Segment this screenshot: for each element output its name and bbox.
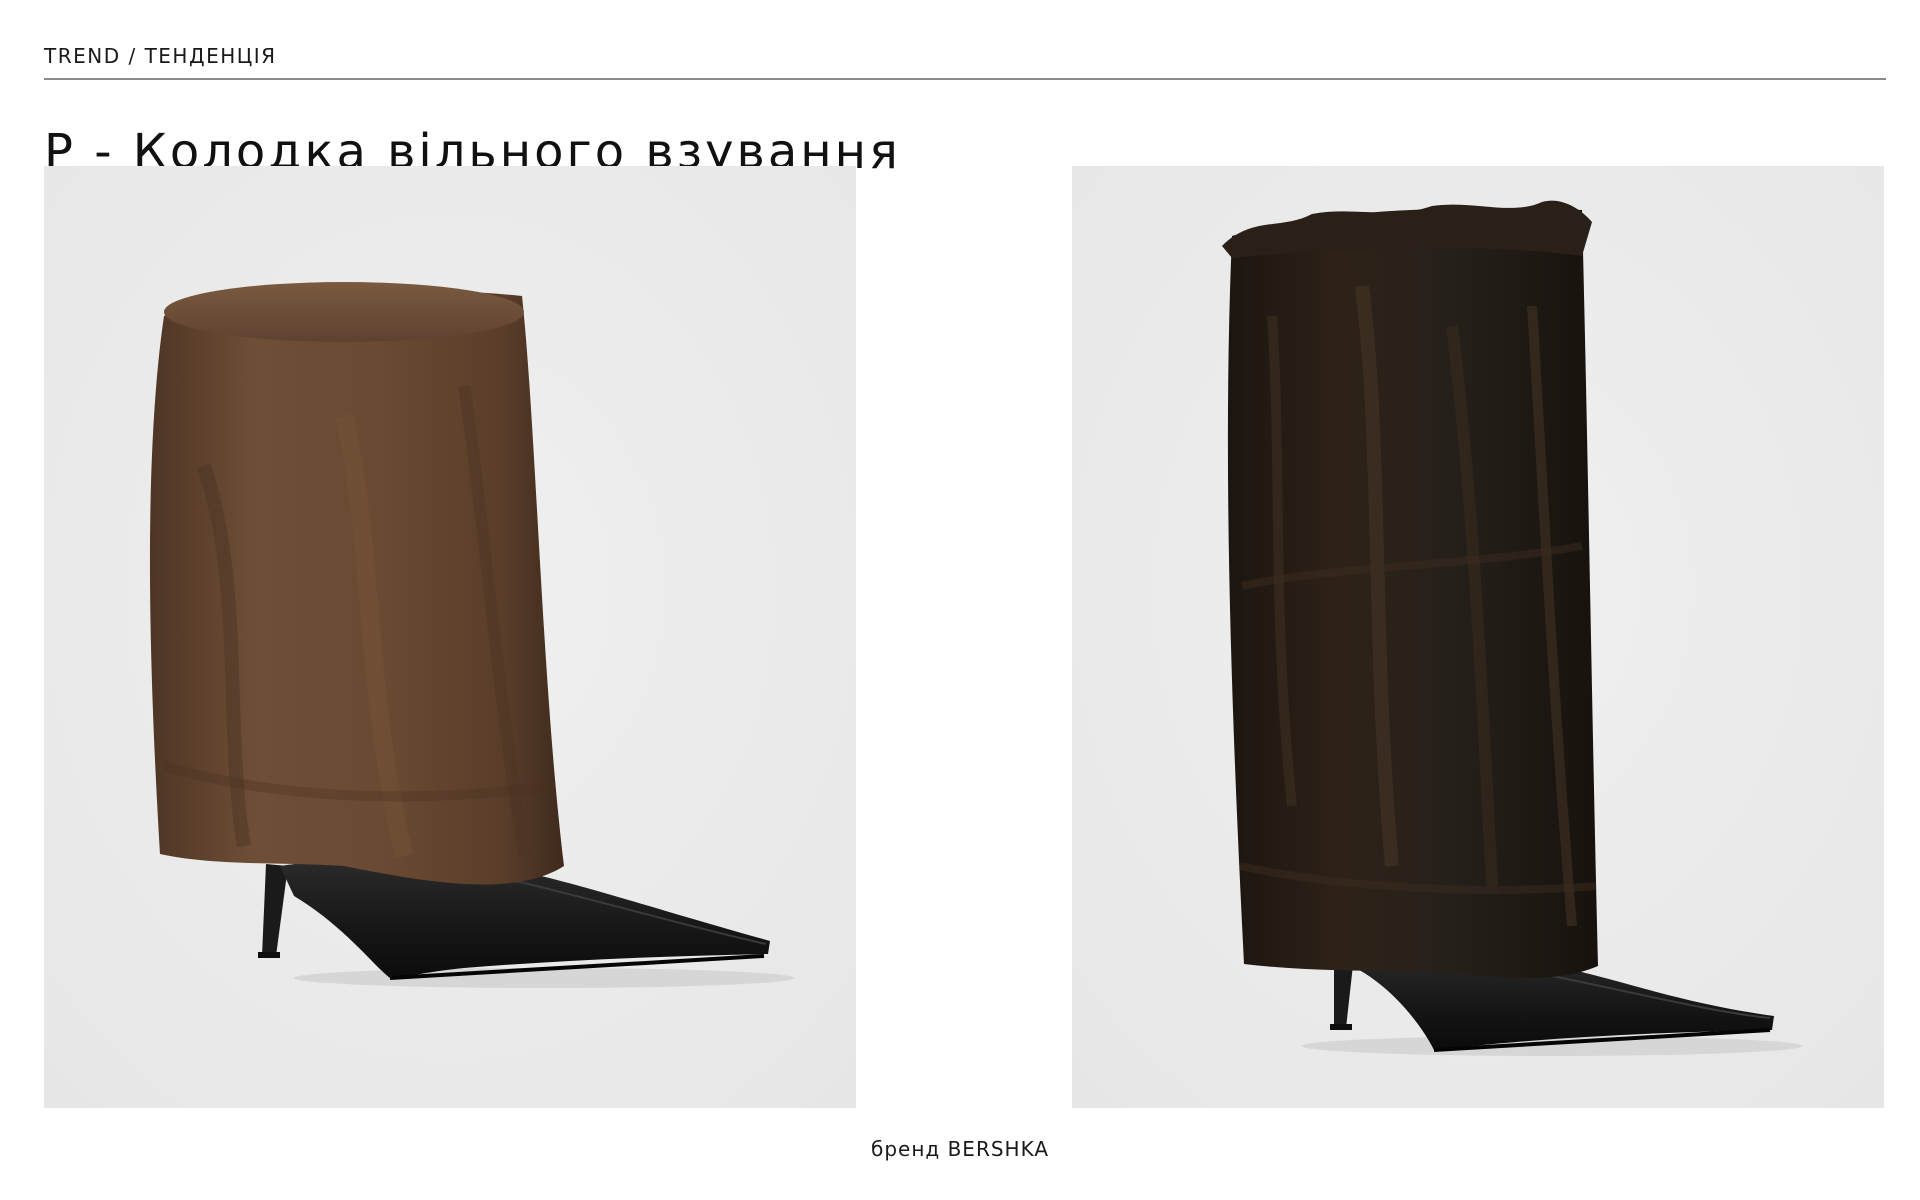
section-label: TREND / ТЕНДЕНЦІЯ bbox=[44, 44, 277, 68]
fur-cuff-boot-brown-image bbox=[44, 166, 856, 1108]
product-photo-right bbox=[1072, 166, 1884, 1108]
product-photo-left bbox=[44, 166, 856, 1108]
header-divider bbox=[44, 78, 1886, 80]
brand-caption: бренд BERSHKA bbox=[870, 1137, 1050, 1161]
fur-cuff-boot-dark-image bbox=[1072, 166, 1884, 1108]
